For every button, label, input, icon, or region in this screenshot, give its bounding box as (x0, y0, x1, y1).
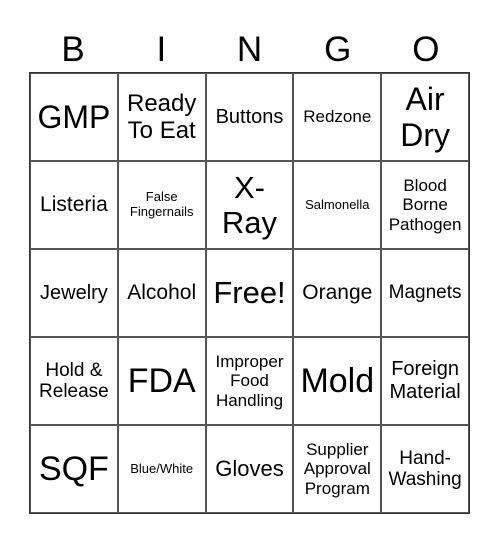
header-letter-b: B (61, 30, 85, 69)
header-letter-i: I (156, 30, 167, 69)
bingo-cell[interactable]: Mold (293, 337, 382, 425)
bingo-cell[interactable]: False Fingernails (117, 161, 206, 249)
bingo-cell[interactable]: Blue/White (117, 425, 206, 513)
bingo-grid: GMP Ready To Eat Buttons Redzone Air Dry List… (29, 72, 470, 514)
bingo-cell[interactable]: FDA (117, 337, 206, 425)
bingo-cell[interactable]: Improper Food Handling (205, 337, 294, 425)
free-space-cell[interactable]: Free! (205, 249, 294, 337)
header-letter-o: O (412, 30, 440, 69)
bingo-cell[interactable]: Redzone (293, 73, 382, 161)
bingo-cell[interactable]: Ready To Eat (117, 73, 206, 161)
bingo-cell[interactable]: Alcohol (117, 249, 206, 337)
header-letter-n: N (236, 30, 263, 69)
bingo-cell[interactable]: Orange (293, 249, 382, 337)
bingo-cell[interactable]: Jewelry (30, 249, 118, 337)
bingo-cell[interactable]: GMP (30, 73, 118, 161)
bingo-cell[interactable]: Gloves (205, 425, 294, 513)
bingo-cell[interactable]: Salmonella (293, 161, 382, 249)
bingo-cell[interactable]: Magnets (381, 249, 469, 337)
header-letter-g: G (324, 30, 352, 69)
bingo-cell[interactable]: Foreign Material (381, 337, 469, 425)
bingo-cell[interactable]: Listeria (30, 161, 118, 249)
bingo-cell[interactable]: Hold & Release (30, 337, 118, 425)
bingo-cell[interactable]: Blood Borne Pathogen (381, 161, 469, 249)
bingo-cell[interactable]: SQF (30, 425, 118, 513)
bingo-cell[interactable]: Air Dry (381, 73, 469, 161)
bingo-cell[interactable]: Hand-Washing (381, 425, 469, 513)
bingo-cell[interactable]: X-Ray (205, 161, 294, 249)
bingo-cell[interactable]: Buttons (205, 73, 294, 161)
bingo-header: B I N G O (29, 28, 470, 72)
bingo-cell[interactable]: Supplier Approval Program (293, 425, 382, 513)
